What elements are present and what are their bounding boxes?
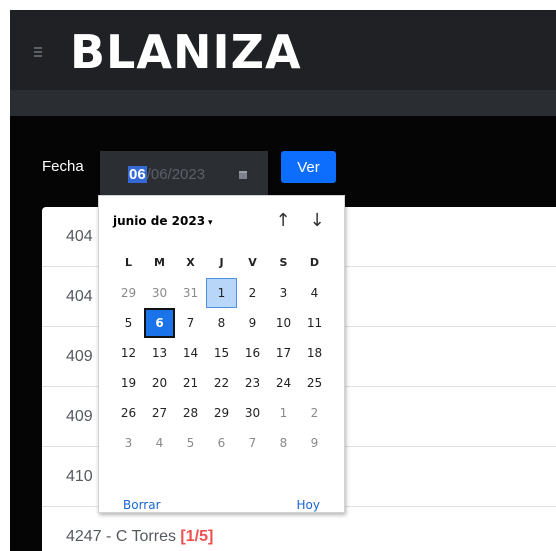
- ver-button[interactable]: Ver: [281, 151, 336, 183]
- arrow-up-icon[interactable]: ↑: [273, 210, 293, 231]
- weekday-label: S: [279, 256, 288, 269]
- calendar-day[interactable]: 10: [268, 308, 299, 338]
- weekday-label: L: [124, 256, 132, 269]
- calendar-day[interactable]: 2: [299, 398, 330, 428]
- calendar-week: 26 27 28 29 30 1 2: [113, 398, 330, 428]
- weekday-label: J: [219, 256, 224, 269]
- calendar-day[interactable]: 3: [268, 278, 299, 308]
- date-rest-segment[interactable]: /06/2023: [147, 166, 205, 183]
- calendar-day[interactable]: 23: [237, 368, 268, 398]
- calendar-day[interactable]: 2: [237, 278, 268, 308]
- menu-icon[interactable]: [34, 47, 42, 57]
- arrow-down-icon[interactable]: ↓: [307, 210, 327, 231]
- calendar-day[interactable]: 21: [175, 368, 206, 398]
- calendar-day[interactable]: 3: [113, 428, 144, 458]
- weekday-label: M: [154, 256, 165, 269]
- calendar-day[interactable]: 24: [268, 368, 299, 398]
- calendar-day[interactable]: 4: [144, 428, 175, 458]
- calendar-day[interactable]: 12: [113, 338, 144, 368]
- calendar-day[interactable]: 20: [144, 368, 175, 398]
- calendar-week: 19 20 21 22 23 24 25: [113, 368, 330, 398]
- calendar-day[interactable]: 28: [175, 398, 206, 428]
- weekday-header: LMXJVSD: [113, 248, 330, 278]
- calendar-day[interactable]: 25: [299, 368, 330, 398]
- clear-button[interactable]: Borrar: [123, 498, 161, 512]
- calendar-day[interactable]: 11: [299, 308, 330, 338]
- calendar-day[interactable]: 18: [299, 338, 330, 368]
- calendar-day[interactable]: 7: [237, 428, 268, 458]
- weekday-label: X: [186, 256, 195, 269]
- calendar-day[interactable]: 9: [299, 428, 330, 458]
- month-label: junio de 2023: [113, 214, 206, 228]
- list-item-text: 409: [66, 408, 93, 425]
- calendar-day[interactable]: 5: [175, 428, 206, 458]
- month-selector[interactable]: junio de 2023 ▾: [113, 214, 213, 228]
- calendar-grid: LMXJVSD 29 30 31 1 2 3 4 5 6 7 8 9 10 11 12 13 14 15 16 17 1…: [113, 248, 330, 458]
- list-item-text: 404: [66, 288, 93, 305]
- calendar-day[interactable]: 16: [237, 338, 268, 368]
- calendar-day[interactable]: 19: [113, 368, 144, 398]
- calendar-day[interactable]: 27: [144, 398, 175, 428]
- calendar-week: 12 13 14 15 16 17 18: [113, 338, 330, 368]
- calendar-icon[interactable]: [239, 171, 247, 179]
- calendar-day-selected[interactable]: 6: [144, 308, 175, 338]
- list-item-text: 410: [66, 468, 93, 485]
- date-day-segment[interactable]: 06: [128, 166, 147, 183]
- today-button[interactable]: Hoy: [297, 498, 320, 512]
- caret-down-icon: ▾: [208, 218, 213, 228]
- calendar-day[interactable]: 17: [268, 338, 299, 368]
- list-item-text: 409: [66, 348, 93, 365]
- calendar-day[interactable]: 14: [175, 338, 206, 368]
- date-label: Fecha: [42, 158, 84, 175]
- calendar-week: 3456789: [113, 428, 330, 458]
- calendar-day[interactable]: 1: [268, 398, 299, 428]
- calendar-day[interactable]: 4: [299, 278, 330, 308]
- calendar-week: 5 6 7 8 9 10 11: [113, 308, 330, 338]
- list-item-fraction: [1/5]: [180, 528, 214, 545]
- calendar-week: 29 30 31 1 2 3 4: [113, 278, 330, 308]
- weekday-label: V: [248, 256, 257, 269]
- date-input[interactable]: 06/06/2023: [100, 151, 268, 195]
- app-logo: BLANIZA: [70, 25, 302, 79]
- calendar-day[interactable]: 5: [113, 308, 144, 338]
- calendar-day[interactable]: 31: [175, 278, 206, 308]
- calendar-day[interactable]: 6: [206, 428, 237, 458]
- calendar-day[interactable]: 8: [206, 308, 237, 338]
- calendar-day[interactable]: 9: [237, 308, 268, 338]
- calendar-day[interactable]: 29: [206, 398, 237, 428]
- header-band: [10, 90, 556, 116]
- calendar-day[interactable]: 22: [206, 368, 237, 398]
- header: BLANIZA: [10, 10, 556, 116]
- calendar-day[interactable]: 13: [144, 338, 175, 368]
- weekday-label: D: [309, 256, 320, 269]
- list-item-text: 404: [66, 228, 93, 245]
- calendar-day[interactable]: 26: [113, 398, 144, 428]
- calendar-day[interactable]: 15: [206, 338, 237, 368]
- calendar-day-today[interactable]: 1: [206, 278, 237, 308]
- list-item-text: 4247 - C Torres: [66, 528, 181, 545]
- calendar-day[interactable]: 30: [237, 398, 268, 428]
- calendar-day[interactable]: 8: [268, 428, 299, 458]
- calendar-day[interactable]: 29: [113, 278, 144, 308]
- date-picker-popup: junio de 2023 ▾ ↑ ↓ LMXJVSD 29 30 31 1 2 3 4 5 6 7…: [98, 195, 345, 513]
- list-item[interactable]: 4247 - C Torres [1/5]: [42, 507, 556, 551]
- calendar-day[interactable]: 30: [144, 278, 175, 308]
- calendar-day[interactable]: 7: [175, 308, 206, 338]
